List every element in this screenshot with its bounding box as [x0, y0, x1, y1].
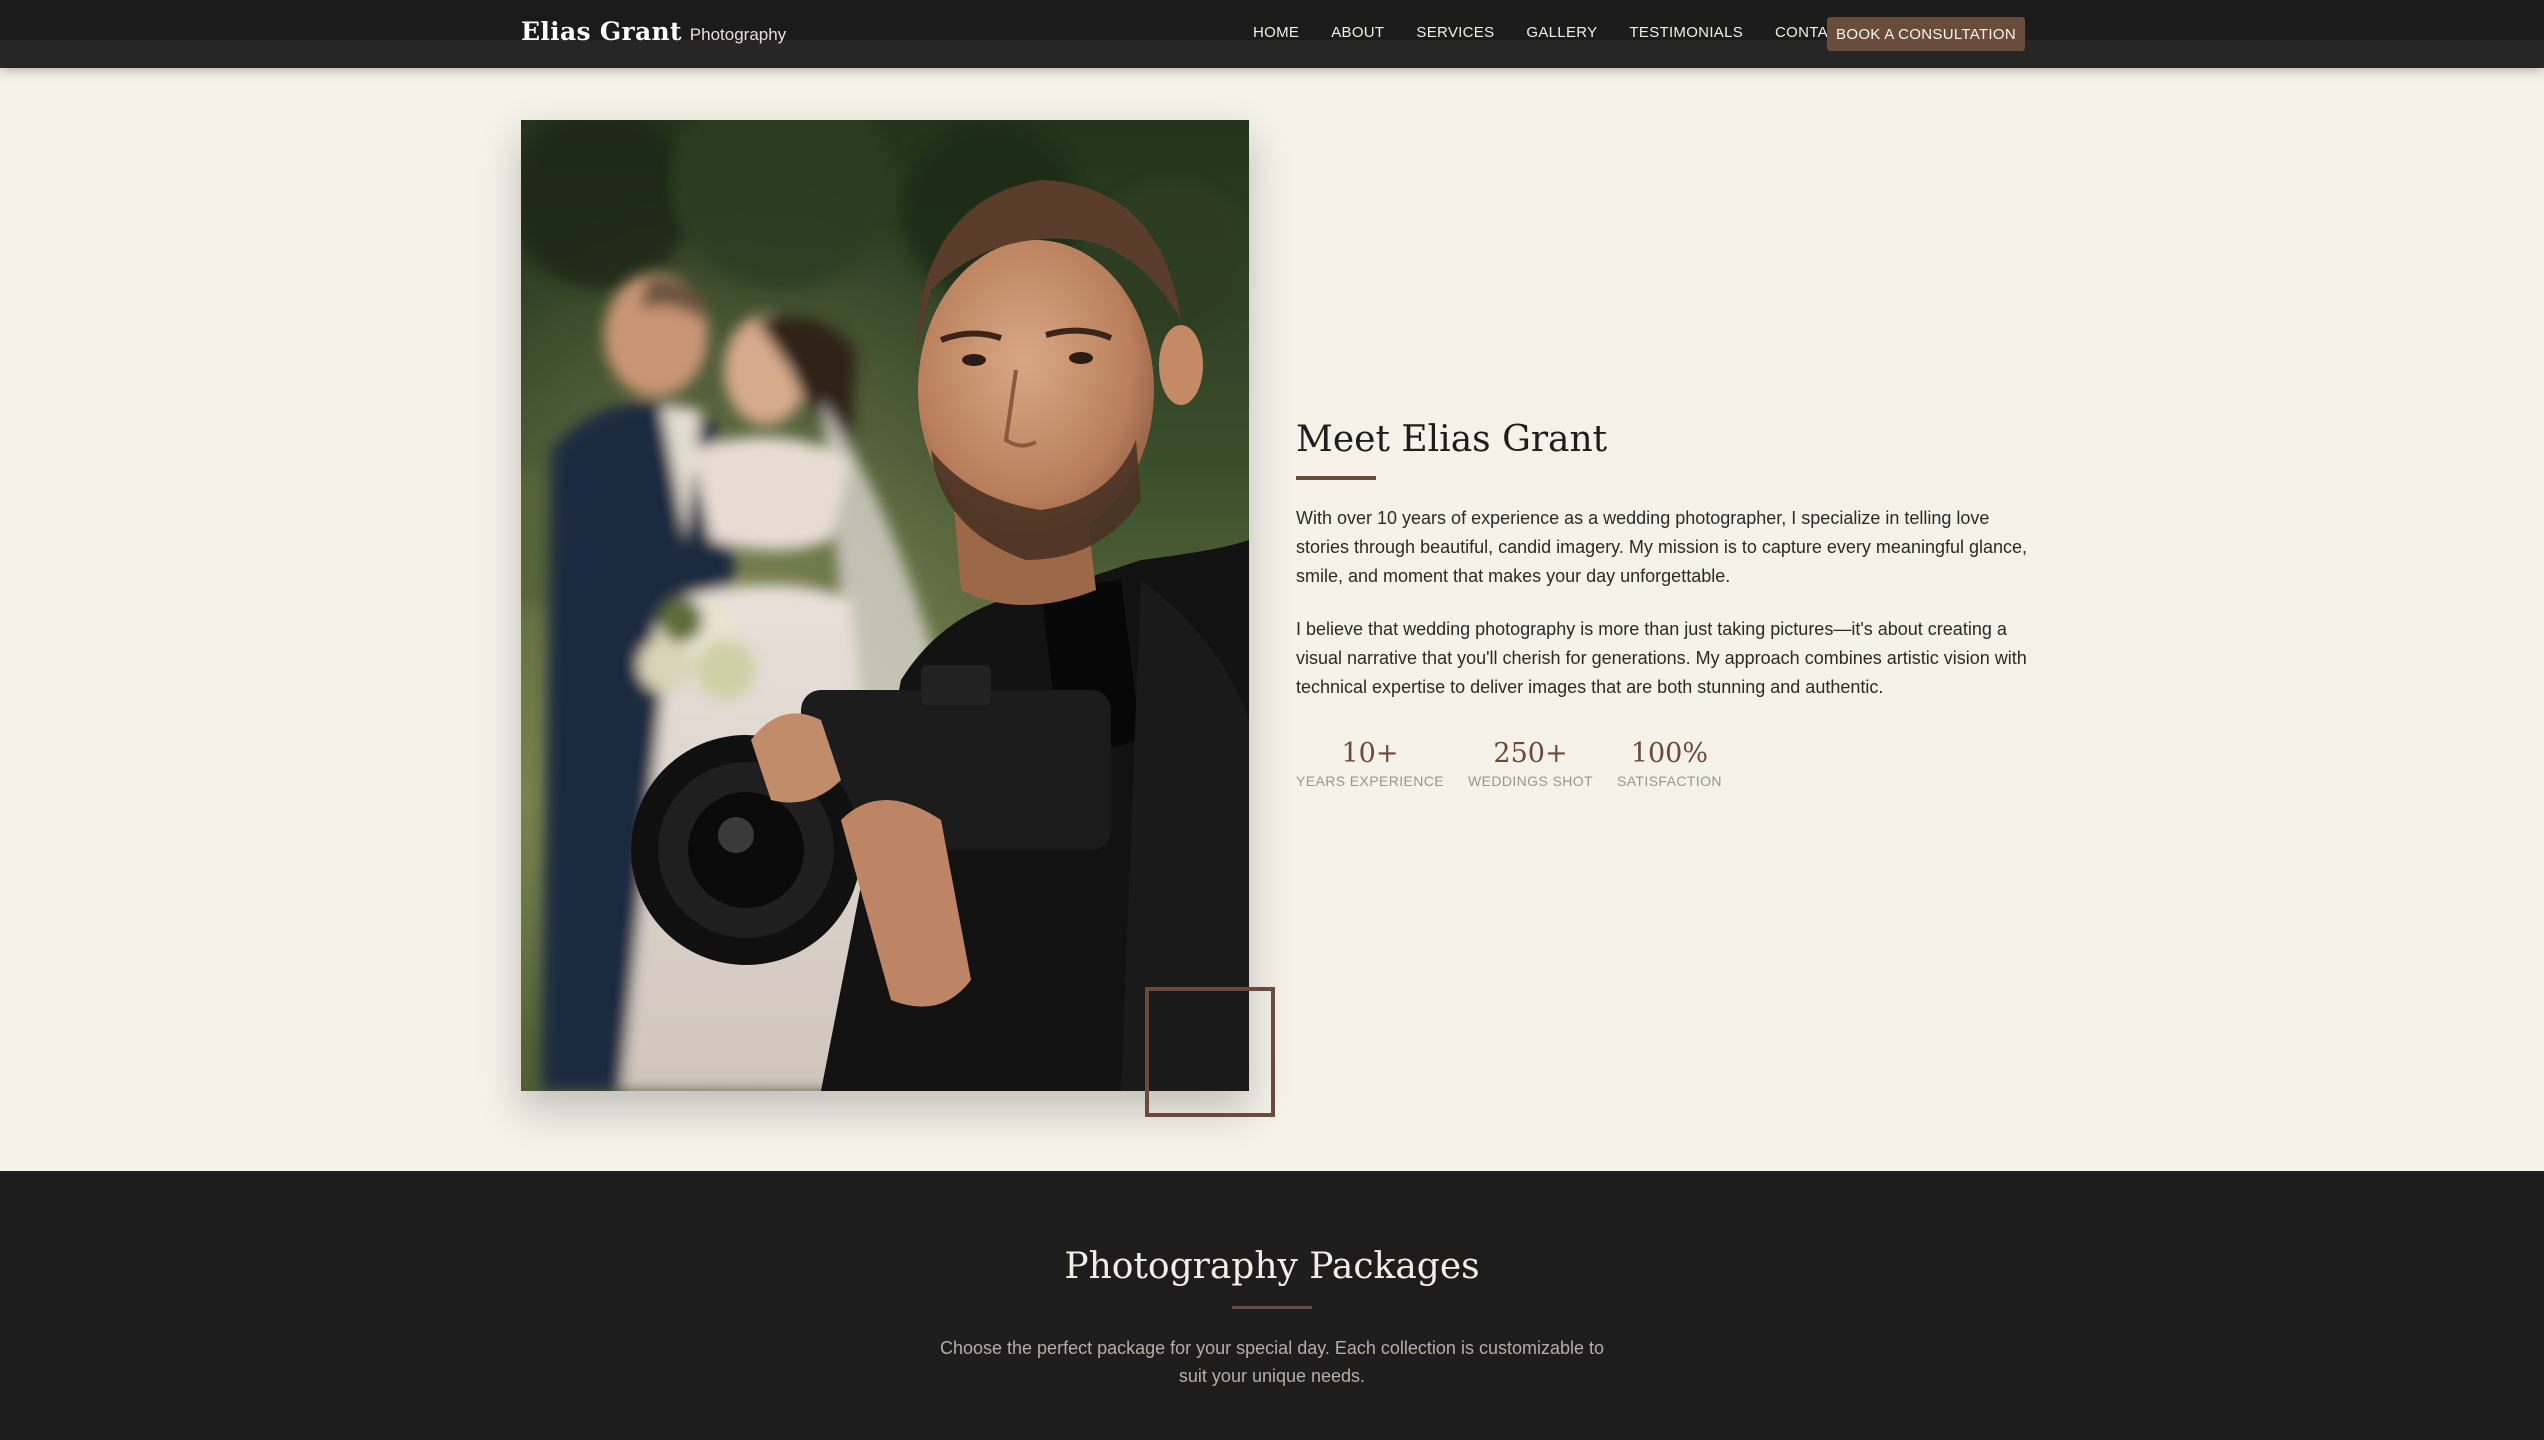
- packages-subtitle: Choose the perfect package for your spec…: [939, 1338, 1605, 1386]
- about-title: Meet Elias Grant: [1296, 419, 1608, 460]
- about-title-divider: [1296, 476, 1376, 480]
- nav-home[interactable]: HOME: [1253, 24, 1299, 42]
- nav-services[interactable]: SERVICES: [1416, 24, 1494, 42]
- stat-label: SATISFACTION: [1616, 773, 1722, 789]
- nav-about[interactable]: ABOUT: [1331, 24, 1384, 42]
- decorative-frame: [1145, 987, 1275, 1117]
- stat-label: WEDDINGS SHOT: [1468, 773, 1593, 789]
- stat-satisfaction: 100% SATISFACTION: [1617, 737, 1722, 789]
- about-paragraph-2: I believe that wedding photography is mo…: [1296, 619, 2027, 697]
- nav-gallery[interactable]: GALLERY: [1526, 24, 1597, 42]
- logo-name: Elias Grant: [521, 17, 682, 46]
- packages-section: Photography Packages Choose the perfect …: [0, 1171, 2544, 1440]
- book-consultation-button[interactable]: BOOK A CONSULTATION: [1827, 17, 2025, 51]
- stat-years: 10+ YEARS EXPERIENCE: [1296, 737, 1444, 789]
- stat-value: 250+: [1493, 738, 1568, 769]
- site-header: Elias Grant Photography HOME ABOUT SERVI…: [0, 0, 2544, 68]
- stat-value: 10+: [1341, 738, 1399, 769]
- stat-label: YEARS EXPERIENCE: [1296, 773, 1444, 789]
- stats-row: 10+ YEARS EXPERIENCE 250+ WEDDINGS SHOT …: [1296, 737, 1722, 789]
- header-band: [0, 40, 2544, 68]
- logo-subtitle: Photography: [689, 25, 787, 44]
- logo[interactable]: Elias Grant Photography: [521, 17, 786, 46]
- about-paragraph-1: With over 10 years of experience as a we…: [1296, 508, 2028, 586]
- main-nav: HOME ABOUT SERVICES GALLERY TESTIMONIALS…: [1253, 24, 1849, 42]
- nav-testimonials[interactable]: TESTIMONIALS: [1629, 24, 1743, 42]
- portrait-illustration: [521, 120, 1249, 1091]
- packages-title: Photography Packages: [1064, 1246, 1480, 1287]
- photographer-portrait: [521, 120, 1249, 1091]
- packages-title-divider: [1232, 1306, 1312, 1309]
- stat-value: 100%: [1630, 738, 1709, 769]
- stat-weddings: 250+ WEDDINGS SHOT: [1468, 737, 1593, 789]
